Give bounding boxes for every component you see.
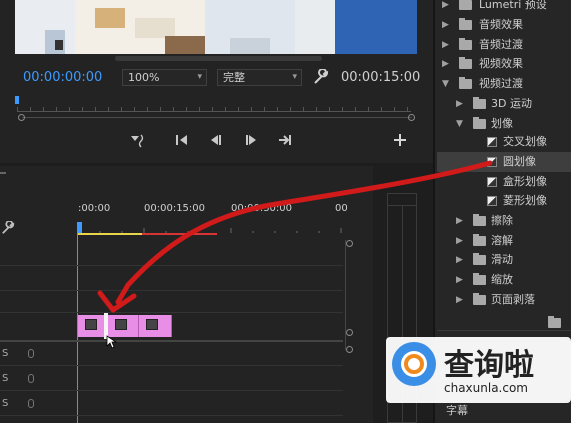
watermark-text: 查询啦 — [444, 348, 534, 383]
watermark-logo-ring — [404, 354, 424, 374]
watermark-url: chaxunla.com — [444, 381, 528, 395]
